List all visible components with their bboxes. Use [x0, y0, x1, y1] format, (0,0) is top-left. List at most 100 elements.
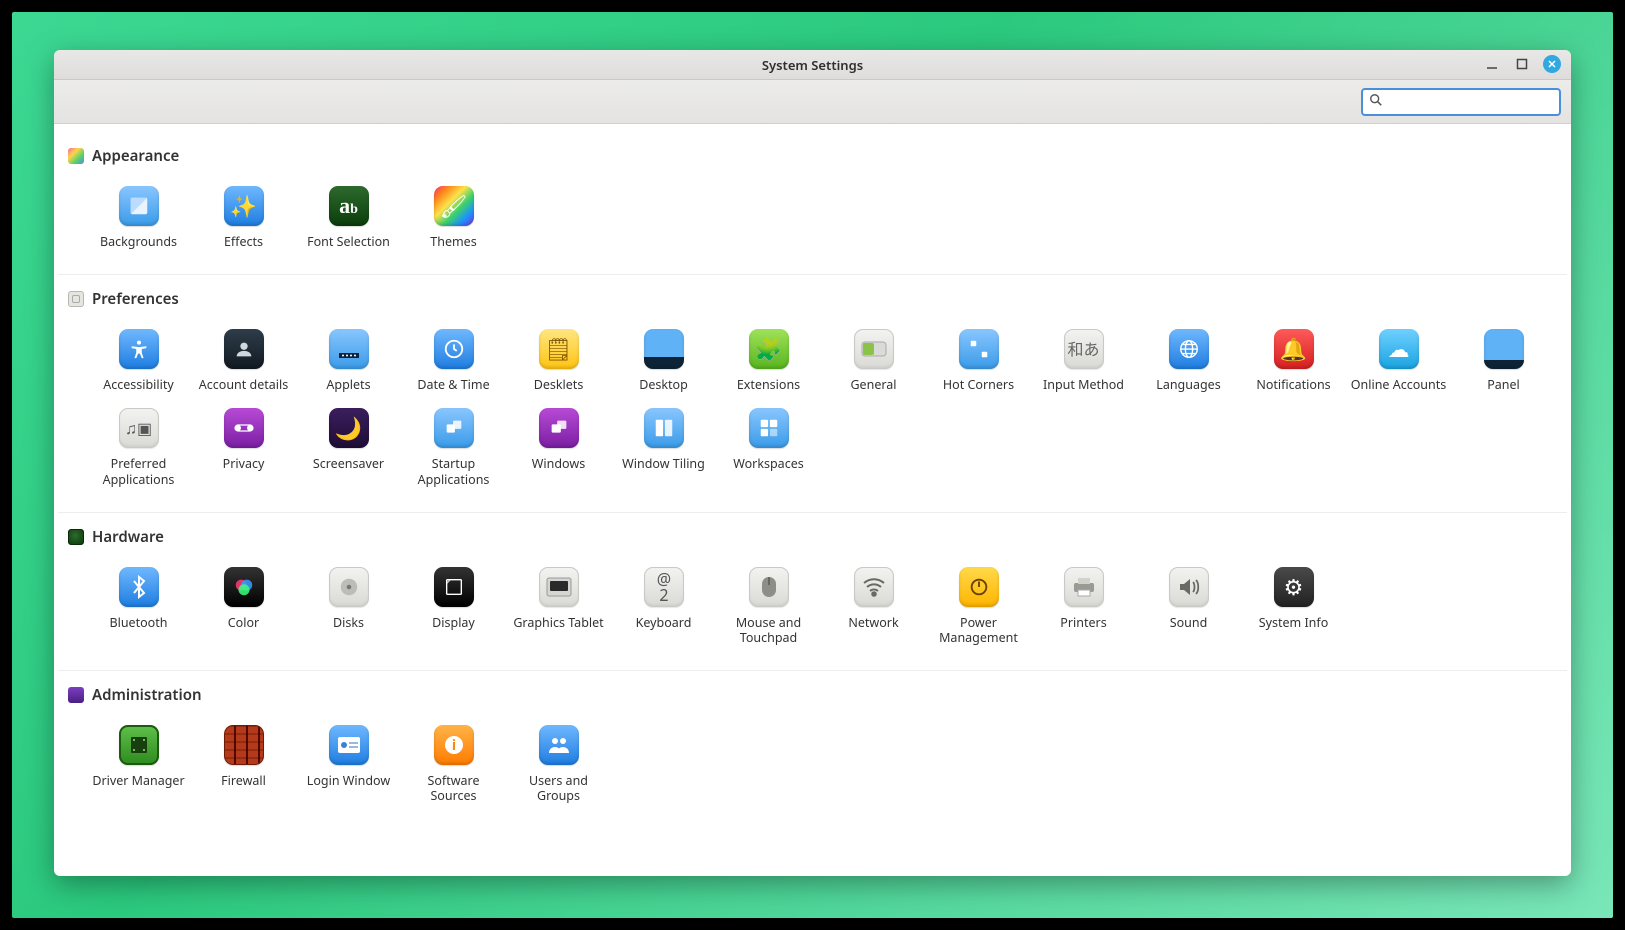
item-color[interactable]: Color	[191, 561, 296, 656]
search-box[interactable]	[1361, 88, 1561, 116]
item-label: Workspaces	[733, 456, 804, 472]
item-network[interactable]: Network	[821, 561, 926, 656]
item-account-details[interactable]: Account details	[191, 323, 296, 403]
item-label: Date & Time	[417, 377, 489, 393]
item-input-method[interactable]: 和あInput Method	[1031, 323, 1136, 403]
startup-applications-icon	[434, 408, 474, 448]
item-graphics-tablet[interactable]: Graphics Tablet	[506, 561, 611, 656]
item-privacy[interactable]: Privacy	[191, 402, 296, 497]
item-general[interactable]: General	[821, 323, 926, 403]
mouse-icon	[749, 567, 789, 607]
accessibility-icon	[119, 329, 159, 369]
item-keyboard[interactable]: @2Keyboard	[611, 561, 716, 656]
item-system-info[interactable]: ⚙ System Info	[1241, 561, 1346, 656]
administration-section-icon	[68, 687, 84, 703]
item-panel[interactable]: Panel	[1451, 323, 1556, 403]
item-label: Printers	[1060, 615, 1106, 631]
item-themes[interactable]: 🖌 Themes	[401, 180, 506, 260]
item-accessibility[interactable]: Accessibility	[86, 323, 191, 403]
item-label: Mouse and Touchpad	[718, 615, 819, 646]
system-settings-window: System Settings ✕ Appearance Backgrounds	[54, 50, 1571, 876]
maximize-button[interactable]	[1513, 55, 1531, 73]
account-details-icon	[224, 329, 264, 369]
item-label: Power Management	[928, 615, 1029, 646]
window-tiling-icon	[644, 408, 684, 448]
item-label: Sound	[1170, 615, 1208, 631]
backgrounds-icon	[119, 186, 159, 226]
close-button[interactable]: ✕	[1543, 55, 1561, 73]
item-preferred-applications[interactable]: ♫▣Preferred Applications	[86, 402, 191, 497]
item-label: Applets	[326, 377, 370, 393]
item-effects[interactable]: ✨ Effects	[191, 180, 296, 260]
section-header-administration: Administration	[68, 685, 1557, 705]
item-label: Input Method	[1043, 377, 1124, 393]
preferences-section-icon	[68, 291, 84, 307]
item-window-tiling[interactable]: Window Tiling	[611, 402, 716, 497]
item-display[interactable]: Display	[401, 561, 506, 656]
item-label: Panel	[1487, 377, 1520, 393]
network-icon	[854, 567, 894, 607]
item-label: Font Selection	[307, 234, 390, 250]
login-window-icon	[329, 725, 369, 765]
item-disks[interactable]: Disks	[296, 561, 401, 656]
item-screensaver[interactable]: 🌙Screensaver	[296, 402, 401, 497]
hot-corners-icon	[959, 329, 999, 369]
extensions-icon: 🧩	[749, 329, 789, 369]
privacy-icon	[224, 408, 264, 448]
item-label: Effects	[224, 234, 263, 250]
item-label: Hot Corners	[943, 377, 1014, 393]
item-label: Network	[848, 615, 898, 631]
desklets-icon: 🗒	[539, 329, 579, 369]
system-info-icon: ⚙	[1274, 567, 1314, 607]
item-sound[interactable]: Sound	[1136, 561, 1241, 656]
panel-icon	[1484, 329, 1524, 369]
hardware-section-icon	[68, 529, 84, 545]
item-notifications[interactable]: 🔔Notifications	[1241, 323, 1346, 403]
item-windows[interactable]: Windows	[506, 402, 611, 497]
item-backgrounds[interactable]: Backgrounds	[86, 180, 191, 260]
item-bluetooth[interactable]: Bluetooth	[86, 561, 191, 656]
display-icon	[434, 567, 474, 607]
item-workspaces[interactable]: Workspaces	[716, 402, 821, 497]
driver-manager-icon	[119, 725, 159, 765]
item-date-time[interactable]: Date & Time	[401, 323, 506, 403]
item-hot-corners[interactable]: Hot Corners	[926, 323, 1031, 403]
notifications-icon: 🔔	[1274, 329, 1314, 369]
general-icon	[854, 329, 894, 369]
item-software-sources[interactable]: iSoftware Sources	[401, 719, 506, 814]
item-desklets[interactable]: 🗒Desklets	[506, 323, 611, 403]
item-label: Keyboard	[636, 615, 692, 631]
item-label: Desktop	[639, 377, 688, 393]
item-firewall[interactable]: Firewall	[191, 719, 296, 814]
item-label: System Info	[1259, 615, 1329, 631]
item-label: Login Window	[307, 773, 390, 789]
item-power-management[interactable]: Power Management	[926, 561, 1031, 656]
item-label: Online Accounts	[1351, 377, 1446, 393]
minimize-button[interactable]	[1483, 55, 1501, 73]
item-desktop[interactable]: Desktop	[611, 323, 716, 403]
item-printers[interactable]: Printers	[1031, 561, 1136, 656]
item-online-accounts[interactable]: ☁ Online Accounts	[1346, 323, 1451, 403]
item-font-selection[interactable]: ab Font Selection	[296, 180, 401, 260]
item-label: Graphics Tablet	[513, 615, 603, 631]
desktop-icon	[644, 329, 684, 369]
item-languages[interactable]: Languages	[1136, 323, 1241, 403]
item-login-window[interactable]: Login Window	[296, 719, 401, 814]
section-title: Hardware	[92, 527, 164, 547]
firewall-icon	[224, 725, 264, 765]
item-label: Display	[432, 615, 475, 631]
online-accounts-icon: ☁	[1379, 329, 1419, 369]
item-label: Disks	[333, 615, 364, 631]
item-label: Preferred Applications	[88, 456, 189, 487]
appearance-section-icon	[68, 148, 84, 164]
item-startup-applications[interactable]: Startup Applications	[401, 402, 506, 497]
item-label: Languages	[1156, 377, 1220, 393]
item-users-groups[interactable]: Users and Groups	[506, 719, 611, 814]
search-input[interactable]	[1389, 94, 1565, 109]
item-extensions[interactable]: 🧩Extensions	[716, 323, 821, 403]
item-driver-manager[interactable]: Driver Manager	[86, 719, 191, 814]
item-mouse-touchpad[interactable]: Mouse and Touchpad	[716, 561, 821, 656]
item-label: Driver Manager	[92, 773, 184, 789]
item-applets[interactable]: Applets	[296, 323, 401, 403]
hardware-grid: Bluetooth Color Disks Display Graphics T…	[68, 561, 1557, 656]
